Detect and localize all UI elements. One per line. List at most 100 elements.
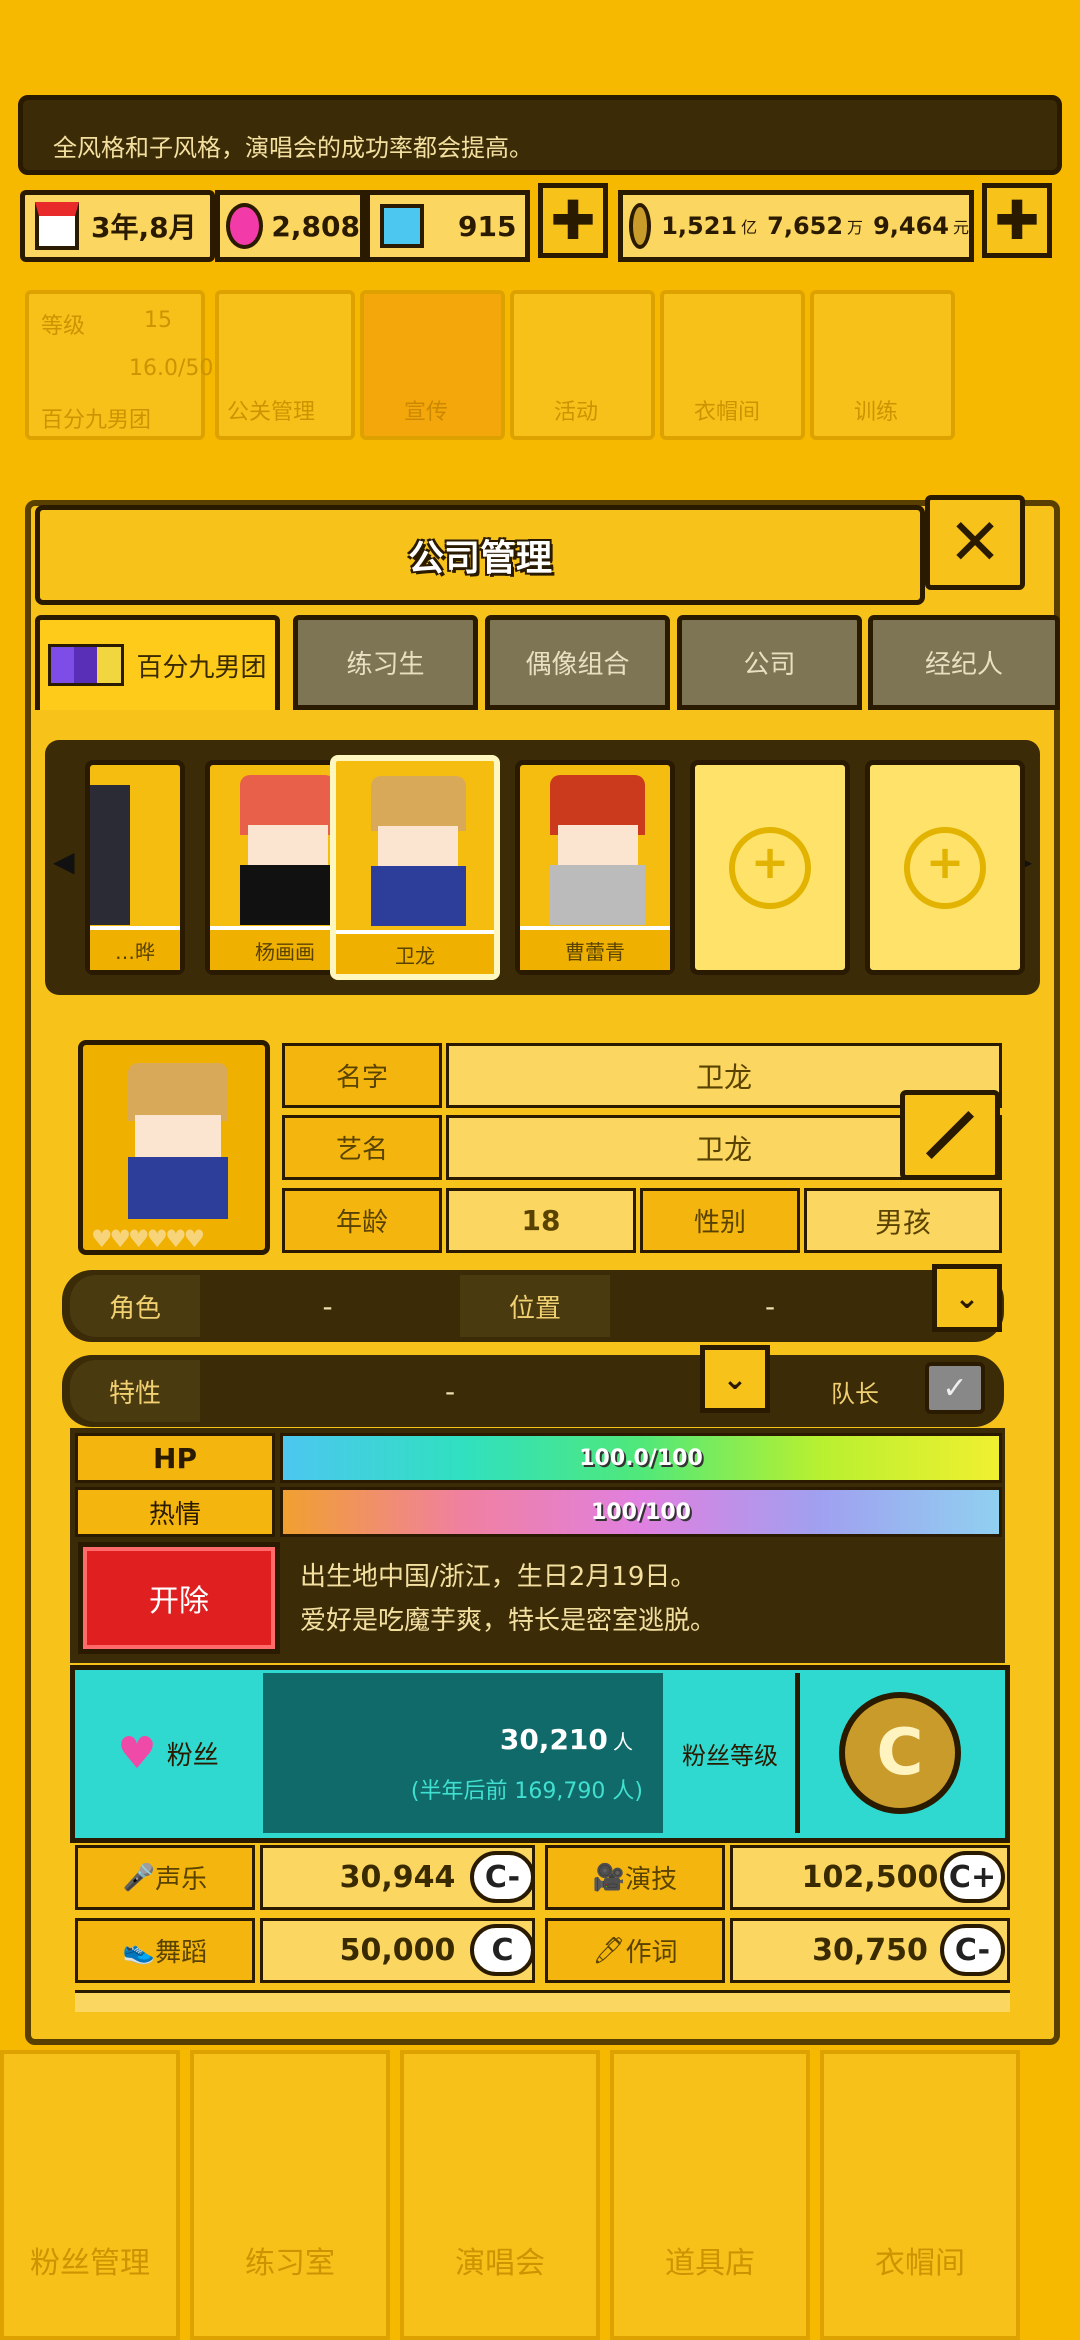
add-money-button[interactable]: ✚ <box>982 183 1052 258</box>
shoe-icon: 👟 舞蹈 <box>75 1918 255 1983</box>
stat-value: 102,500 <box>801 1860 939 1895</box>
nav-wardrobe-label: 衣帽间 <box>875 2246 965 2281</box>
edit-pencil-icon <box>925 1110 975 1160</box>
gender-value: 男孩 <box>874 1205 931 1239</box>
tab-trainees[interactable]: 练习生 <box>293 615 478 710</box>
hp-value: 100.0/100 <box>579 1445 703 1471</box>
grade-text: C- <box>484 1859 521 1895</box>
carousel-left-arrow[interactable]: ◀ <box>53 845 75 878</box>
bg-menu-item-5: 训练 <box>810 290 955 440</box>
name-label: 名字 <box>282 1043 442 1108</box>
leader-checkbox[interactable]: ✓ <box>925 1362 985 1414</box>
add-gems-button[interactable]: ✚ <box>538 183 608 258</box>
position-label: 位置 <box>460 1275 610 1337</box>
tab-group[interactable]: 百分九男团 <box>35 615 280 710</box>
nav-wardrobe[interactable]: 衣帽间 <box>820 2050 1020 2340</box>
trait-label-text: 特性 <box>108 1378 161 1409</box>
position-value-text: - <box>764 1289 776 1323</box>
nav-shop[interactable]: 道具店 <box>610 2050 810 2340</box>
blue-gem-icon <box>380 204 424 248</box>
role-label: 角色 <box>70 1275 200 1337</box>
bg-menu-label-1: 公关管理 <box>227 400 316 425</box>
bg-menu-item-1: 公关管理 <box>215 290 355 440</box>
leader-label: 队长 <box>800 1360 910 1422</box>
profile-portrait: ♥♥♥♥♥♥ <box>78 1040 270 1255</box>
trait-dropdown-button[interactable]: ⌄ <box>700 1345 770 1413</box>
date-label: 3年,8月 <box>91 211 197 244</box>
edit-name-button[interactable] <box>900 1090 1000 1180</box>
stat-name: 演技 <box>625 1865 678 1895</box>
stat-value: 30,944 <box>339 1860 456 1895</box>
stage-name-label: 艺名 <box>282 1115 442 1180</box>
stage-value: 卫龙 <box>695 1132 752 1166</box>
age-label: 年龄 <box>282 1188 442 1253</box>
member-avatar <box>90 785 130 925</box>
money-box[interactable]: 1,521 亿 7,652 万 9,464 元 <box>618 190 974 262</box>
trait-label: 特性 <box>70 1360 200 1422</box>
passion-value: 100/100 <box>591 1499 691 1525</box>
level-value: 15 <box>144 308 172 333</box>
member-card[interactable]: 曹蕾青 <box>515 760 675 975</box>
stat-row-partial <box>75 1990 1010 2012</box>
position-dropdown-button[interactable]: ⌄ <box>932 1264 1002 1332</box>
role-value-text: - <box>322 1289 333 1323</box>
group-badge-icon <box>48 644 125 686</box>
fans-label-box: ♥ 粉丝 <box>78 1673 258 1833</box>
blue-gem-count: 915 <box>458 209 517 243</box>
tab-trainees-label: 练习生 <box>346 650 425 680</box>
hp-bar: 100.0/100 <box>280 1433 1002 1483</box>
money-yi-value: 1,521 <box>661 212 738 240</box>
nav-fans[interactable]: 粉丝管理 <box>0 2050 180 2340</box>
tab-idol-groups[interactable]: 偶像组合 <box>485 615 670 710</box>
stat-row-vocal: 🎤 声乐 30,944 C- 🎥 演技 102,500 C+ <box>75 1845 1010 1910</box>
chevron-down-icon: ⌄ <box>954 1280 980 1316</box>
member-carousel[interactable]: ◀ ▶ …晔 杨画画 卫龙 曹蕾青 + + <box>45 740 1040 995</box>
add-member-slot[interactable]: + <box>690 760 850 975</box>
calendar-box[interactable]: 3年,8月 <box>20 190 215 262</box>
tab-managers[interactable]: 经纪人 <box>868 615 1060 710</box>
member-card-selected[interactable]: 卫龙 <box>330 755 500 980</box>
member-card[interactable]: …晔 <box>85 760 185 975</box>
fan-rank-label-text: 粉丝等级 <box>682 1741 778 1770</box>
money-yi-unit: 亿 <box>741 218 758 237</box>
money-yuan-value: 9,464 <box>873 212 949 240</box>
name-label-text: 名字 <box>335 1063 388 1093</box>
stat-name: 声乐 <box>155 1865 208 1895</box>
message-text: 全风格和子风格，演唱会的成功率都会提高。 <box>53 134 533 162</box>
tab-idol-groups-label: 偶像组合 <box>525 650 630 680</box>
close-button[interactable]: ✕ <box>925 495 1025 590</box>
tab-company[interactable]: 公司 <box>677 615 862 710</box>
add-member-slot[interactable]: + <box>865 760 1025 975</box>
gender-label-text: 性别 <box>693 1208 746 1238</box>
bg-menu-item-4: 衣帽间 <box>660 290 805 440</box>
bg-menu-label-3: 活动 <box>554 400 599 425</box>
nav-practice[interactable]: 练习室 <box>190 2050 390 2340</box>
grade-text: C <box>491 1932 514 1968</box>
stat-value: 50,000 <box>339 1933 456 1968</box>
stat-name: 作词 <box>625 1938 678 1968</box>
member-name: 卫龙 <box>336 930 494 974</box>
money-wan-unit: 万 <box>847 218 864 237</box>
bg-menu-item-2: 宣传 <box>360 290 505 440</box>
bottom-nav: 粉丝管理 练习室 演唱会 道具店 衣帽间 <box>0 2050 1080 2340</box>
plus-circle-icon: + <box>729 826 811 909</box>
fire-button[interactable]: 开除 <box>78 1542 280 1654</box>
pink-gem-box[interactable]: 2,808 <box>215 190 365 262</box>
member-name: …晔 <box>90 926 180 970</box>
camera-icon: 🎥 演技 <box>545 1845 725 1910</box>
position-label-text: 位置 <box>508 1293 561 1324</box>
fan-rank-badge: C <box>795 1673 1000 1833</box>
rank-c-icon: C <box>839 1692 961 1814</box>
bg-group-name: 百分九男团 <box>41 408 152 433</box>
plus-circle-icon: + <box>904 826 986 909</box>
age-value: 18 <box>521 1204 561 1237</box>
grade-badge: C- <box>940 1924 1005 1976</box>
dialog-title: 公司管理 <box>407 538 552 579</box>
fire-button-label: 开除 <box>149 1584 209 1619</box>
pink-gem-icon <box>226 203 264 249</box>
leader-label-text: 队长 <box>831 1379 879 1408</box>
level-panel: 等级 15 16.0/50 百分九男团 <box>25 290 213 440</box>
chevron-down-icon: ⌄ <box>722 1361 748 1397</box>
nav-concert[interactable]: 演唱会 <box>400 2050 600 2340</box>
blue-gem-box[interactable]: 915 <box>365 190 530 262</box>
